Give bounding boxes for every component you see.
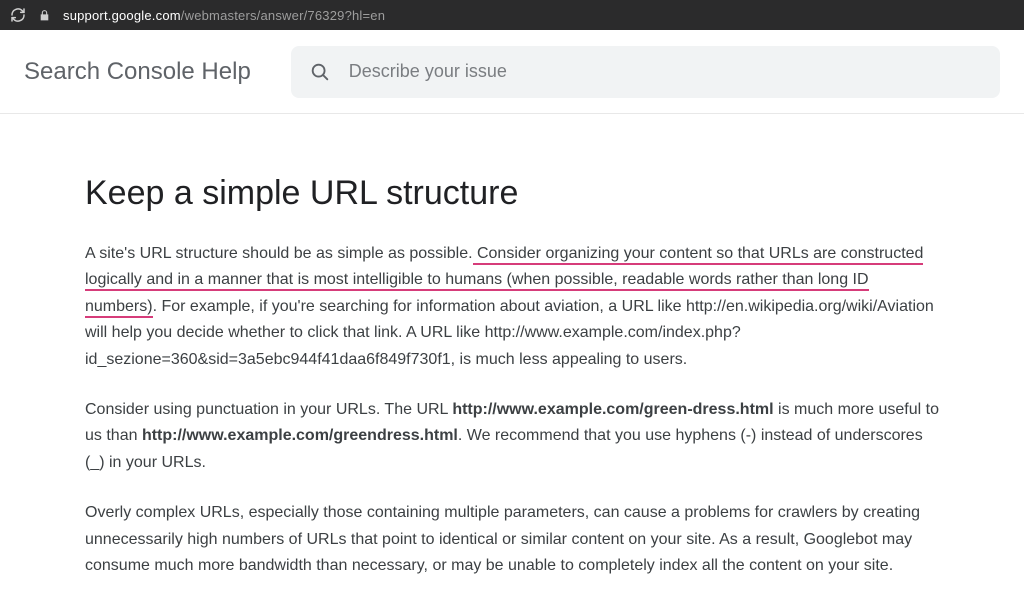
paragraph-1: A site's URL structure should be as simp… [85, 241, 939, 373]
article-content: Keep a simple URL structure A site's URL… [0, 114, 1024, 579]
site-header: Search Console Help [0, 30, 1024, 114]
p1-text-b: . For example, if you're searching for i… [85, 298, 934, 368]
url-path: /webmasters/answer/76329?hl=en [181, 8, 385, 23]
lock-icon [38, 9, 51, 22]
paragraph-3: Overly complex URLs, especially those co… [85, 500, 939, 579]
paragraph-2: Consider using punctuation in your URLs.… [85, 397, 939, 476]
browser-address-bar: support.google.com/webmasters/answer/763… [0, 0, 1024, 30]
reload-icon[interactable] [10, 7, 26, 23]
url-display[interactable]: support.google.com/webmasters/answer/763… [63, 8, 385, 23]
url-host: support.google.com [63, 8, 181, 23]
p2-text-a: Consider using punctuation in your URLs.… [85, 401, 452, 418]
search-input[interactable] [349, 61, 982, 82]
search-icon [309, 61, 331, 83]
search-box[interactable] [291, 46, 1000, 98]
p1-text-a: A site's URL structure should be as simp… [85, 245, 473, 262]
p2-url-bad: http://www.example.com/greendress.html [142, 427, 458, 444]
page-title: Keep a simple URL structure [85, 174, 939, 213]
site-title[interactable]: Search Console Help [24, 58, 251, 86]
p2-url-good: http://www.example.com/green-dress.html [452, 401, 773, 418]
